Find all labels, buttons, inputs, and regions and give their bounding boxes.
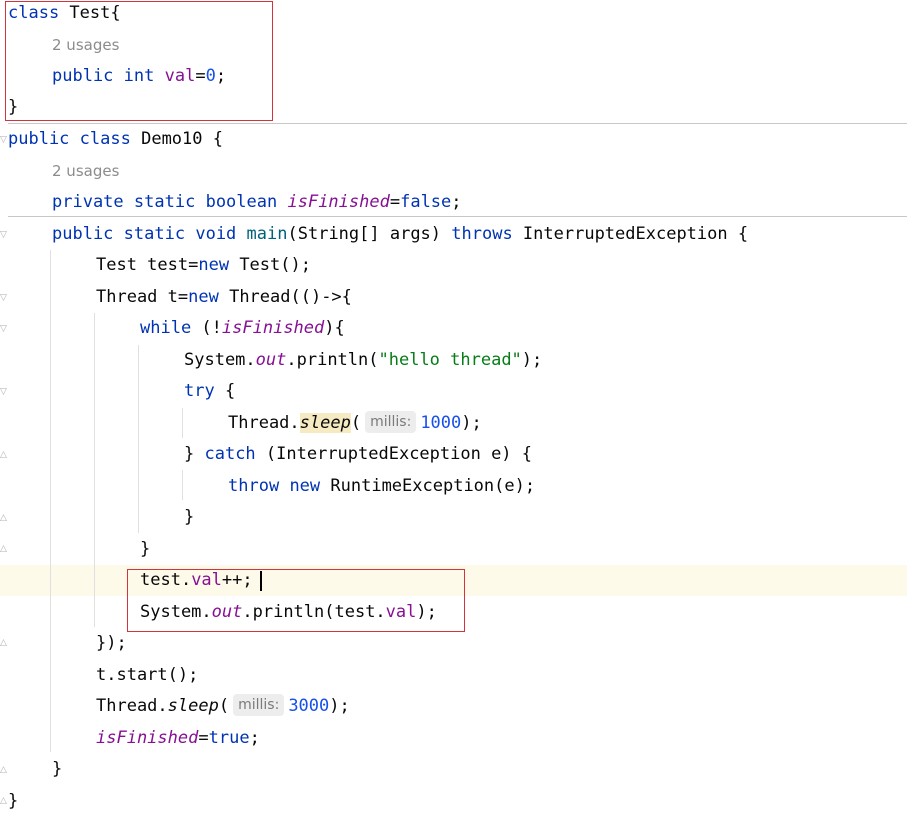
code-text: ){: [324, 318, 345, 338]
fold-marker-icon[interactable]: ▽: [0, 324, 8, 334]
code-line[interactable]: throw new RuntimeException(e);: [228, 471, 535, 502]
keyword: boolean: [205, 192, 278, 212]
code-text: (String[] args): [287, 224, 452, 244]
indent-guide: [182, 470, 183, 500]
static-field-name: out: [255, 350, 287, 370]
code-text: RuntimeException(e);: [320, 476, 536, 496]
fold-marker-icon[interactable]: △: [0, 450, 8, 460]
operator: =: [198, 728, 209, 748]
parameter-hint: millis:: [233, 694, 285, 716]
code-line[interactable]: try {: [184, 376, 235, 407]
code-text: {: [214, 381, 236, 401]
keyword: void: [195, 224, 237, 244]
keyword: true: [208, 728, 250, 748]
keyword: while: [140, 318, 192, 338]
code-line[interactable]: }: [184, 502, 194, 533]
keyword: new: [289, 476, 321, 496]
fold-marker-icon[interactable]: △: [0, 796, 8, 806]
code-text: Thread.: [228, 413, 300, 433]
keyword: private: [52, 192, 124, 212]
method-name: main: [246, 224, 288, 244]
static-method-name: sleep: [167, 696, 219, 716]
punctuation: ;: [249, 728, 260, 748]
keyword: public: [8, 129, 70, 149]
fold-marker-icon[interactable]: △: [0, 765, 8, 775]
indent-guide: [138, 345, 139, 533]
fold-marker-icon[interactable]: △: [0, 544, 8, 554]
parameter-hint: millis:: [365, 411, 417, 433]
number-literal: 1000: [420, 413, 462, 433]
static-method-name: sleep: [299, 413, 351, 433]
code-text: Thread t=: [96, 287, 189, 307]
keyword: public: [52, 224, 114, 244]
keyword: static: [123, 224, 186, 244]
code-text: Test();: [229, 255, 311, 275]
code-text: System.: [184, 350, 256, 370]
fold-marker-icon[interactable]: ▽: [0, 293, 8, 303]
code-line[interactable]: public static void main(String[] args) t…: [52, 219, 748, 250]
code-text: (!: [191, 318, 222, 338]
code-line[interactable]: }: [52, 754, 62, 785]
code-text: }: [184, 444, 205, 464]
code-text: Thread.: [96, 696, 168, 716]
highlight-box-test-class: [5, 1, 273, 121]
fold-marker-icon[interactable]: ▽: [0, 135, 8, 145]
usages-hint[interactable]: 2 usages: [52, 156, 119, 187]
number-literal: 3000: [288, 696, 330, 716]
code-line[interactable]: });: [96, 628, 127, 659]
keyword: catch: [204, 444, 256, 464]
code-line[interactable]: while (!isFinished){: [140, 313, 345, 344]
code-text: (: [350, 413, 362, 433]
fold-marker-icon[interactable]: △: [0, 513, 8, 523]
keyword: class: [79, 129, 131, 149]
fold-marker-icon[interactable]: ▽: [0, 230, 8, 240]
code-line[interactable]: Thread.sleep(millis: 1000);: [228, 408, 482, 439]
code-line[interactable]: } catch (InterruptedException e) {: [184, 439, 532, 470]
class-name: Demo10 {: [130, 129, 223, 149]
punctuation: ;: [451, 192, 462, 212]
keyword: new: [198, 255, 230, 275]
string-literal: "hello thread": [378, 350, 522, 370]
code-line[interactable]: isFinished=true;: [96, 723, 260, 754]
indent-guide: [182, 408, 183, 438]
code-text: (InterruptedException e) {: [255, 444, 533, 464]
indent-guide: [50, 250, 51, 752]
keyword: static: [133, 192, 196, 212]
code-text: Thread(()->{: [218, 287, 352, 307]
code-line[interactable]: t.start();: [96, 660, 198, 691]
code-text: );: [521, 350, 543, 370]
keyword: try: [184, 381, 215, 401]
code-line[interactable]: private static boolean isFinished=false;: [52, 187, 462, 218]
code-text: Test test=: [96, 255, 199, 275]
code-text: );: [329, 696, 350, 716]
fold-marker-icon[interactable]: △: [0, 638, 8, 648]
operator: =: [389, 192, 401, 212]
static-field-name: isFinished: [221, 318, 325, 338]
code-text: );: [461, 413, 482, 433]
fold-marker-icon[interactable]: ▽: [0, 387, 8, 397]
code-text: InterruptedException {: [512, 224, 749, 244]
keyword: new: [188, 287, 219, 307]
code-line[interactable]: System.out.println("hello thread");: [184, 345, 542, 376]
code-line[interactable]: Test test=new Test();: [96, 250, 311, 281]
code-text: .println(: [286, 350, 379, 370]
keyword: false: [400, 192, 452, 212]
static-field-name: isFinished: [96, 728, 199, 748]
keyword: throws: [451, 224, 513, 244]
indent-guide: [94, 313, 95, 627]
code-text: (: [218, 696, 230, 716]
code-line[interactable]: public class Demo10 {: [8, 124, 223, 155]
code-line[interactable]: }: [8, 786, 18, 817]
keyword: throw: [228, 476, 280, 496]
code-line[interactable]: Thread t=new Thread(()->{: [96, 282, 352, 313]
code-line[interactable]: Thread.sleep(millis: 3000);: [96, 691, 350, 722]
static-field-name: isFinished: [287, 192, 390, 212]
highlight-box-increment: [127, 569, 465, 632]
code-line[interactable]: }: [140, 534, 150, 565]
